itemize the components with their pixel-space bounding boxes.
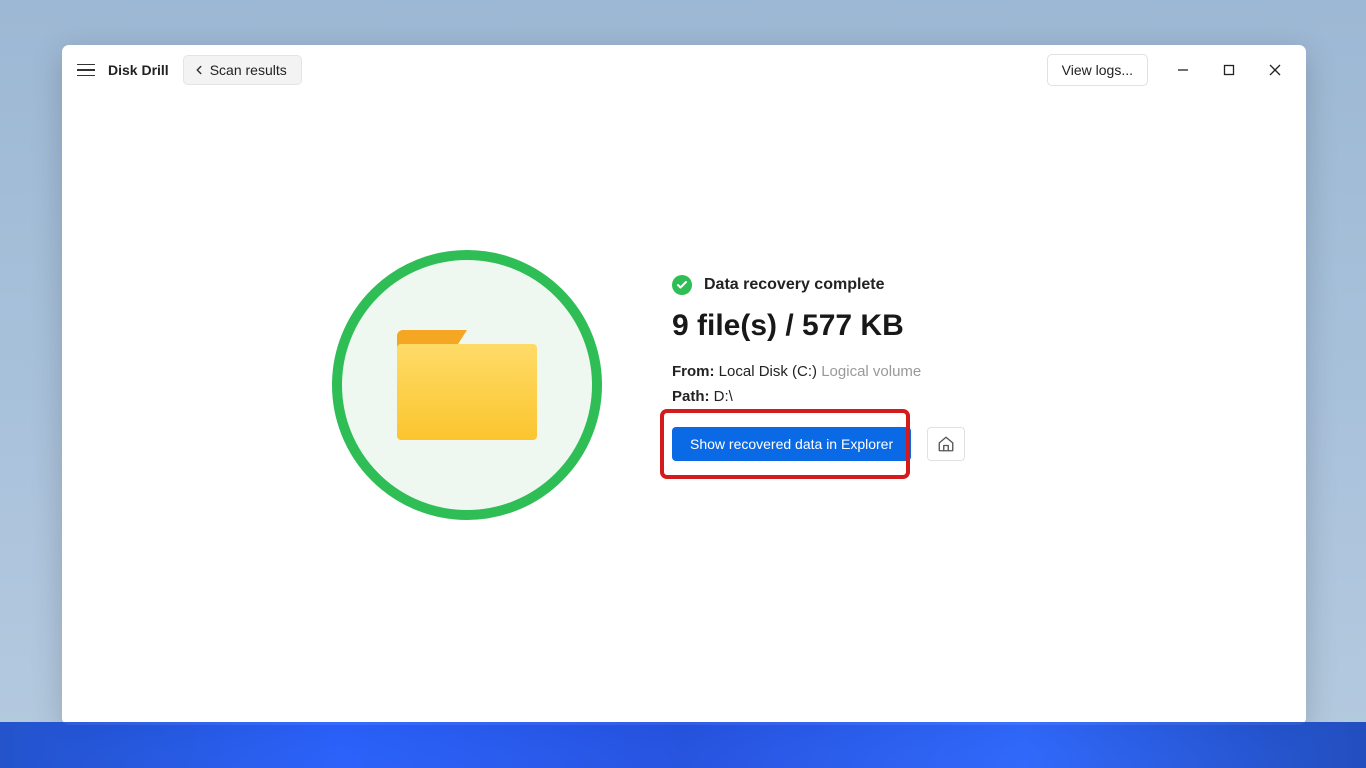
status-text: Data recovery complete [704, 276, 885, 294]
content-area: Data recovery complete 9 file(s) / 577 K… [62, 95, 1306, 725]
maximize-button[interactable] [1218, 59, 1240, 81]
from-type: Logical volume [821, 363, 921, 380]
path-value: D:\ [714, 388, 733, 405]
window-controls [1172, 59, 1294, 81]
titlebar: Disk Drill Scan results View logs... [62, 45, 1306, 95]
chevron-left-icon [192, 63, 206, 77]
folder-icon [397, 330, 537, 440]
from-value: Local Disk (C:) [719, 363, 817, 380]
taskbar[interactable] [0, 722, 1366, 768]
summary-text: 9 file(s) / 577 KB [672, 309, 965, 343]
view-logs-button[interactable]: View logs... [1047, 54, 1148, 86]
result-details: Data recovery complete 9 file(s) / 577 K… [672, 250, 965, 461]
from-row: From: Local Disk (C:) Logical volume [672, 363, 965, 380]
status-row: Data recovery complete [672, 275, 965, 295]
from-label: From: [672, 363, 715, 380]
result-graphic [332, 250, 602, 520]
path-label: Path: [672, 388, 710, 405]
home-icon [937, 435, 955, 453]
action-row: Show recovered data in Explorer [672, 427, 965, 461]
scan-results-label: Scan results [210, 62, 287, 78]
check-icon [672, 275, 692, 295]
app-window: Disk Drill Scan results View logs... [62, 45, 1306, 725]
close-button[interactable] [1264, 59, 1286, 81]
app-title: Disk Drill [108, 62, 169, 78]
success-circle [332, 250, 602, 520]
path-row: Path: D:\ [672, 388, 965, 405]
home-button[interactable] [927, 427, 965, 461]
scan-results-button[interactable]: Scan results [183, 55, 302, 85]
menu-icon[interactable] [74, 58, 98, 82]
show-recovered-button[interactable]: Show recovered data in Explorer [672, 427, 911, 461]
minimize-button[interactable] [1172, 59, 1194, 81]
